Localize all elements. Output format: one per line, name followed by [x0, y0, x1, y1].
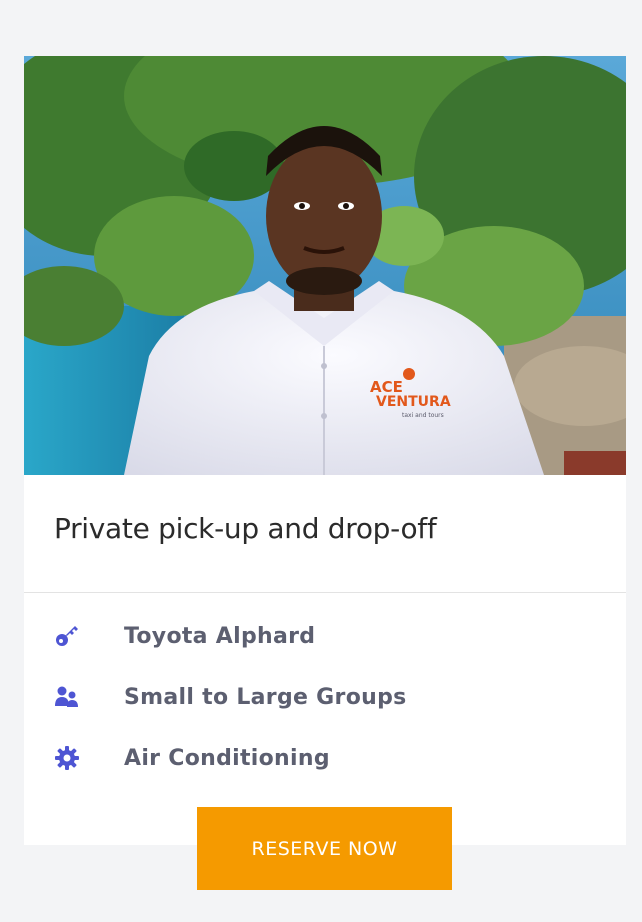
users-icon	[54, 684, 80, 710]
gear-icon	[54, 745, 80, 771]
card-title: Private pick-up and drop-off	[54, 512, 437, 545]
feature-label: Air Conditioning	[124, 745, 330, 771]
divider	[24, 592, 626, 593]
feature-label: Toyota Alphard	[124, 623, 316, 649]
svg-text:VENTURA: VENTURA	[376, 394, 451, 410]
driver-photo: ACE VENTURA taxi and tours	[24, 56, 626, 475]
feature-label: Small to Large Groups	[124, 684, 407, 710]
key-icon	[54, 623, 80, 649]
svg-text:taxi and tours: taxi and tours	[402, 412, 444, 419]
reserve-now-button[interactable]: RESERVE NOW	[197, 807, 452, 890]
feature-vehicle: Toyota Alphard	[54, 621, 315, 651]
service-card: ACE VENTURA taxi and tours Private pick-…	[24, 56, 626, 845]
feature-air-conditioning: Air Conditioning	[54, 743, 330, 773]
feature-group-size: Small to Large Groups	[54, 682, 406, 712]
